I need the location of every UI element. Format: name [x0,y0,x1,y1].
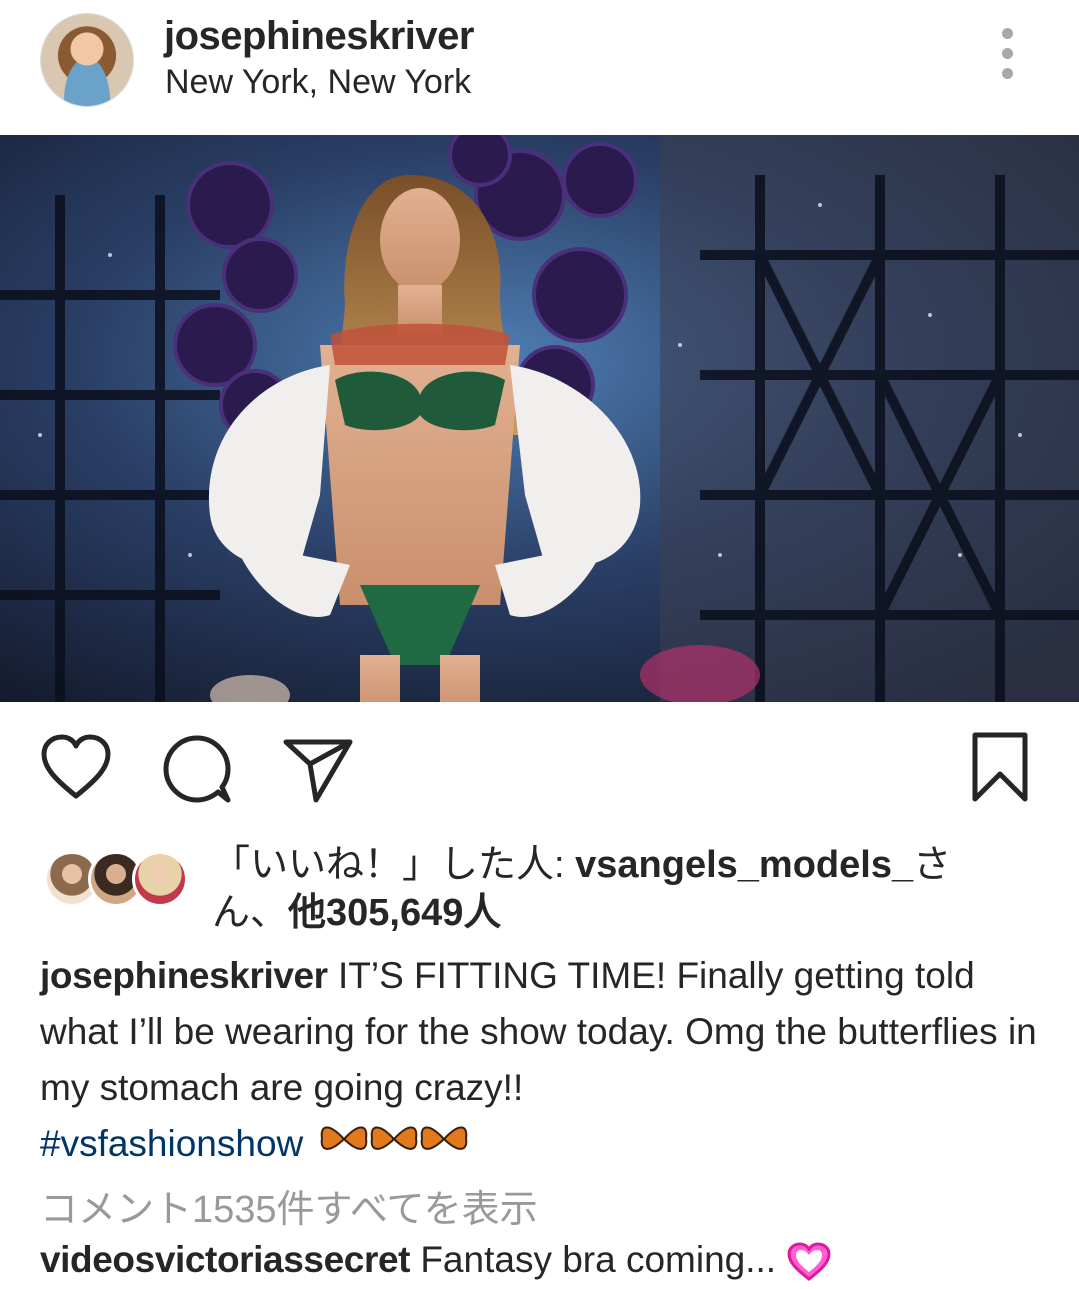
likes-summary[interactable]: 「いいね！」した人: vsangels_models_さん、他305,649人 [0,835,1079,945]
caption-username[interactable]: josephineskriver [40,955,328,996]
post-header: josephineskriver New York, New York [0,0,1079,135]
caption-hashtag[interactable]: #vsfashionshow [40,1123,303,1164]
first-comment: videosvictoriassecret Fantasy bra coming… [40,1239,832,1282]
view-all-comments-link[interactable]: コメント1535件すべてを表示 [40,1178,538,1233]
post-username[interactable]: josephineskriver [164,14,474,59]
post-location[interactable]: New York, New York [165,63,471,102]
heart-emoji [786,1239,832,1282]
liker-username[interactable]: vsangels_models_ [575,844,913,886]
liker-avatar[interactable] [132,851,188,907]
comment-icon[interactable] [162,734,234,811]
butterfly-emoji [318,1118,468,1174]
bookmark-icon[interactable] [972,732,1028,809]
profile-avatar[interactable] [40,13,134,107]
likes-count[interactable]: 他305,649人 [288,892,501,934]
heart-icon[interactable] [40,734,112,805]
more-options-icon[interactable] [990,28,1024,88]
post-photo-illustration [0,135,1079,702]
post-caption: josephineskriver IT’S FITTING TIME! Fina… [40,948,1040,1174]
comment-username[interactable]: videosvictoriassecret [40,1239,410,1280]
post-actions [0,720,1079,820]
comment-text: Fantasy bra coming... [420,1239,777,1280]
post-image[interactable] [0,135,1079,702]
likes-prefix: 「いいね！」した人: [212,844,576,886]
likes-text: 「いいね！」した人: vsangels_models_さん、他305,649人 [212,841,1012,937]
paper-plane-icon[interactable] [282,738,354,809]
